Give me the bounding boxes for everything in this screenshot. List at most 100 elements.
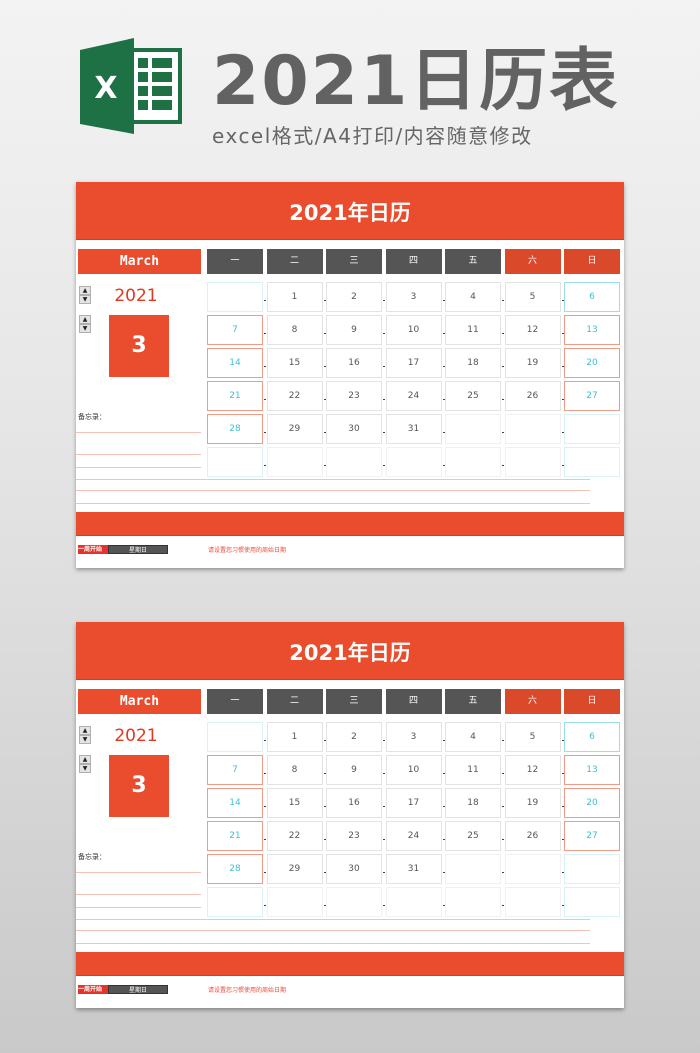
day-cell[interactable] [564,854,620,884]
day-cell[interactable]: 17 [385,348,442,378]
day-cell[interactable]: 10 [385,315,442,345]
day-cell[interactable]: 27 [564,821,620,851]
day-cell[interactable]: 31 [385,414,442,444]
day-cell[interactable]: 31 [385,854,442,884]
day-cell[interactable] [445,854,501,884]
day-cell[interactable] [564,887,620,917]
spin-down-icon[interactable]: ▼ [79,295,91,304]
week-start-select[interactable]: 星期日 [108,985,168,994]
month-spinner[interactable]: ▲ ▼ [79,755,91,773]
weekday-header: 四 [385,249,442,274]
day-cell[interactable]: 14 [207,348,263,378]
day-cell[interactable]: 23 [326,821,382,851]
spin-down-icon[interactable]: ▼ [79,764,91,773]
month-spinner[interactable]: ▲ ▼ [79,315,91,333]
day-cell[interactable]: 29 [266,414,323,444]
day-cell[interactable]: 14 [207,788,263,818]
day-cell[interactable]: 30 [326,854,382,884]
day-cell[interactable]: 23 [326,381,382,411]
spin-down-icon[interactable]: ▼ [79,324,91,333]
year-spinner[interactable]: ▲ ▼ [79,726,91,744]
day-cell[interactable]: 24 [385,381,442,411]
day-cell[interactable]: 7 [207,315,263,345]
spin-down-icon[interactable]: ▼ [79,735,91,744]
day-cell[interactable]: 6 [564,282,620,312]
day-cell[interactable]: 6 [564,722,620,752]
day-cell[interactable]: 12 [504,315,561,345]
day-cell[interactable]: 8 [266,755,323,785]
day-cell[interactable] [207,282,263,312]
day-cell[interactable]: 3 [385,722,442,752]
day-cell[interactable]: 24 [385,821,442,851]
day-cell[interactable] [504,447,561,477]
day-cell[interactable]: 15 [266,788,323,818]
day-cell[interactable]: 28 [207,854,263,884]
day-cell[interactable] [207,447,263,477]
day-cell[interactable] [385,887,442,917]
day-cell[interactable]: 20 [564,348,620,378]
day-cell[interactable]: 19 [504,788,561,818]
day-cell[interactable]: 15 [266,348,323,378]
day-cell[interactable]: 25 [445,821,501,851]
day-cell[interactable]: 26 [504,821,561,851]
year-spinner[interactable]: ▲ ▼ [79,286,91,304]
day-cell[interactable]: 5 [504,722,561,752]
day-cell[interactable]: 22 [266,821,323,851]
day-cell[interactable]: 27 [564,381,620,411]
week-start-select[interactable]: 星期日 [108,545,168,554]
day-cell[interactable]: 22 [266,381,323,411]
day-cell[interactable]: 13 [564,315,620,345]
day-cell[interactable]: 21 [207,381,263,411]
day-cell[interactable]: 19 [504,348,561,378]
day-cell[interactable]: 1 [266,722,323,752]
day-cell[interactable]: 16 [326,788,382,818]
spin-up-icon[interactable]: ▲ [79,286,91,295]
spin-up-icon[interactable]: ▲ [79,755,91,764]
day-cell[interactable]: 1 [266,282,323,312]
day-cell[interactable]: 11 [445,315,501,345]
day-cell[interactable] [504,887,561,917]
day-cell[interactable] [504,414,561,444]
day-cell[interactable]: 2 [326,282,382,312]
day-cell[interactable]: 26 [504,381,561,411]
day-cell[interactable] [326,887,382,917]
day-cell[interactable]: 2 [326,722,382,752]
day-cell[interactable] [564,447,620,477]
day-cell[interactable] [326,447,382,477]
day-cell[interactable] [445,887,501,917]
day-cell[interactable]: 20 [564,788,620,818]
day-cell[interactable]: 5 [504,282,561,312]
day-cell[interactable]: 30 [326,414,382,444]
spin-up-icon[interactable]: ▲ [79,315,91,324]
day-cell[interactable] [385,447,442,477]
day-cell[interactable]: 21 [207,821,263,851]
day-cell[interactable]: 4 [445,282,501,312]
day-cell[interactable]: 9 [326,315,382,345]
day-cell[interactable]: 18 [445,348,501,378]
day-cell[interactable]: 4 [445,722,501,752]
day-cell[interactable] [266,447,323,477]
spin-up-icon[interactable]: ▲ [79,726,91,735]
day-cell[interactable] [445,447,501,477]
day-cell[interactable]: 29 [266,854,323,884]
day-cell[interactable]: 13 [564,755,620,785]
footer-bar [76,952,624,976]
day-cell[interactable] [207,887,263,917]
day-cell[interactable]: 16 [326,348,382,378]
day-cell[interactable] [445,414,501,444]
day-cell[interactable] [207,722,263,752]
day-cell[interactable] [504,854,561,884]
day-cell[interactable]: 3 [385,282,442,312]
day-cell[interactable]: 17 [385,788,442,818]
day-cell[interactable]: 10 [385,755,442,785]
day-cell[interactable]: 28 [207,414,263,444]
day-cell[interactable]: 11 [445,755,501,785]
day-cell[interactable]: 8 [266,315,323,345]
day-cell[interactable] [564,414,620,444]
day-cell[interactable]: 25 [445,381,501,411]
day-cell[interactable]: 12 [504,755,561,785]
day-cell[interactable] [266,887,323,917]
day-cell[interactable]: 7 [207,755,263,785]
day-cell[interactable]: 18 [445,788,501,818]
day-cell[interactable]: 9 [326,755,382,785]
